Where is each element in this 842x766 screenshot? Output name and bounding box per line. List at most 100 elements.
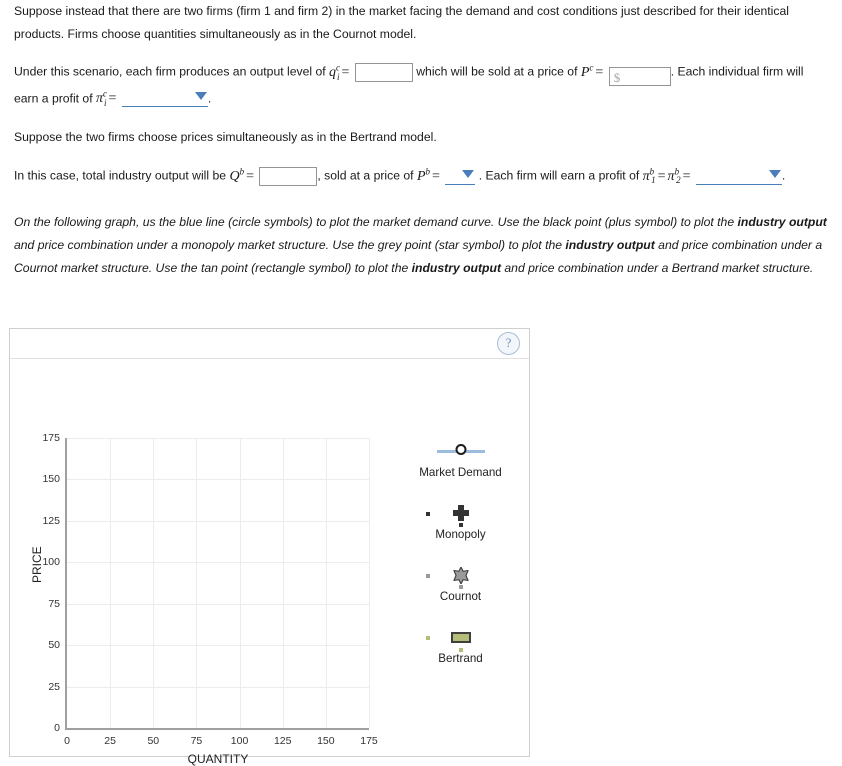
gridline-vertical: [196, 438, 198, 728]
chart-legend: Market Demand Monopoly Cournot Bertrand: [393, 438, 528, 686]
bertrand-profit-equals-2: =: [682, 168, 691, 184]
graph-instructions-part-4: and price combination under a Bertrand m…: [501, 260, 814, 275]
graph-instructions-bold-2: industry output: [565, 238, 655, 252]
handle-square-bottom-icon: [459, 585, 463, 589]
handle-square-bottom-icon: [459, 648, 463, 652]
y-axis-tick-label: 100: [42, 556, 60, 569]
gridline-vertical: [369, 438, 370, 728]
cournot-profit-equals: =: [108, 91, 117, 107]
help-icon[interactable]: ?: [497, 332, 520, 355]
y-axis-tick-label: 25: [48, 680, 60, 693]
bertrand-lead-text: In this case, total industry output will…: [14, 168, 227, 183]
star-icon: [452, 566, 469, 585]
cournot-profit-dropdown[interactable]: [121, 89, 208, 108]
question-body: Suppose instead that there are two firms…: [0, 0, 842, 279]
cournot-lead-text: Under this scenario, each firm produces …: [14, 64, 326, 79]
gridline-horizontal: [67, 479, 369, 481]
plot-area[interactable]: PRICE QUANTITY 0 25 50 75 100 125 150 175 0 25 50 7…: [10, 359, 529, 766]
legend-label-bertrand: Bertrand: [438, 652, 483, 665]
gridline-vertical: [239, 438, 241, 728]
bertrand-price-equals: =: [432, 168, 440, 184]
bertrand-mid-text: , sold at a price of: [317, 168, 414, 183]
legend-label-market-demand: Market Demand: [419, 466, 502, 479]
chevron-down-icon: [462, 169, 475, 178]
chevron-down-icon: [768, 169, 781, 178]
cournot-quantity-equals: =: [341, 64, 350, 80]
gridline-vertical: [153, 438, 155, 728]
legend-item-market-demand[interactable]: Market Demand: [393, 438, 528, 479]
graph-instructions-part-1: On the following graph, us the blue line…: [14, 215, 738, 230]
x-axis-tick-label: 75: [190, 735, 203, 747]
cournot-mid-text: which will be sold at a price of: [416, 64, 578, 79]
cournot-period: .: [207, 91, 212, 106]
gridline-horizontal: [67, 438, 369, 439]
x-axis-title: QUANTITY: [187, 752, 249, 766]
legend-item-monopoly[interactable]: Monopoly: [393, 500, 528, 541]
gridline-horizontal: [67, 520, 369, 522]
cournot-paragraph: Under this scenario, each firm produces …: [14, 59, 828, 112]
gridline-horizontal: [67, 603, 369, 605]
chart-grid: QUANTITY 0 25 50 75 100 125 150 175 0 25 50 75 100 12…: [42, 432, 377, 766]
x-axis-tick-label: 25: [104, 735, 116, 747]
gridline-vertical: [325, 438, 327, 728]
graph-instructions-part-2: and price combination under a monopoly m…: [14, 238, 566, 252]
gridline-vertical: [110, 438, 112, 728]
legend-label-cournot: Cournot: [439, 590, 482, 603]
gridline-horizontal: [67, 645, 369, 647]
x-axis-tick-label: 175: [360, 735, 378, 747]
graph-panel-header: ?: [10, 329, 529, 359]
legend-item-bertrand[interactable]: Bertrand: [393, 624, 528, 665]
graph-instructions-bold-1: industry output: [737, 215, 827, 230]
handle-square-left-icon: [426, 512, 430, 516]
bertrand-profit-symbol-1: πb1: [642, 165, 656, 186]
x-axis-tick-label: 100: [230, 735, 249, 747]
chevron-down-icon: [194, 92, 207, 101]
y-axis-tick-label: 75: [48, 597, 60, 610]
y-axis-tick-label: 50: [48, 639, 60, 652]
bertrand-output-symbol: Qb: [229, 165, 245, 184]
bertrand-profit-dropdown[interactable]: [695, 167, 782, 185]
y-axis-tick-label: 150: [42, 473, 60, 486]
cournot-profit-lead-text: earn a profit of: [14, 91, 93, 106]
intro-text: Suppose instead that there are two firms…: [14, 4, 789, 41]
intro-paragraph: Suppose instead that there are two firms…: [14, 0, 828, 45]
cournot-price-symbol: Pc: [580, 62, 594, 80]
handle-square-left-icon: [426, 636, 430, 640]
monopoly-symbol: [393, 500, 528, 527]
cournot-price-input[interactable]: $: [608, 66, 671, 86]
graph-panel: ? PRICE QUANTITY 0 25 50 75 100 125 150 175 0 25 5…: [9, 328, 530, 766]
circle-icon: [455, 444, 466, 455]
bertrand-output-input[interactable]: [259, 166, 318, 186]
handle-square-bottom-icon: [459, 523, 463, 527]
legend-label-monopoly: Monopoly: [435, 528, 486, 541]
y-axis-tick-label: 175: [42, 432, 60, 444]
bertrand-paragraph: In this case, total industry output will…: [14, 163, 828, 190]
gridline-horizontal: [67, 562, 369, 564]
x-axis-tick-label: 0: [64, 735, 70, 747]
bertrand-period: .: [781, 168, 786, 183]
x-axis-tick-label: 50: [147, 735, 160, 747]
bertrand-output-equals: =: [246, 168, 254, 184]
plus-icon: [452, 505, 469, 521]
rectangle-icon: [450, 632, 471, 643]
legend-item-cournot[interactable]: Cournot: [393, 562, 528, 603]
bertrand-price-symbol: Pb: [416, 165, 431, 184]
graph-instructions-bold-3: industry output: [411, 260, 501, 275]
bertrand-profit-symbol-2: πb2: [667, 165, 681, 186]
x-axis-tick-label: 150: [317, 735, 335, 747]
bertrand-intro-paragraph: Suppose the two firms choose prices simu…: [14, 126, 828, 149]
cournot-quantity-input[interactable]: [354, 62, 413, 82]
gridline-horizontal: [67, 686, 369, 688]
cournot-symbol: [393, 562, 528, 589]
bertrand-after-price-text: . Each firm will earn a profit of: [478, 168, 640, 183]
cournot-after-price-text: . Each individual firm will: [670, 64, 804, 79]
market-demand-symbol: [393, 438, 528, 464]
y-axis-tick-label: 0: [54, 722, 60, 734]
handle-square-left-icon: [426, 574, 430, 578]
bertrand-price-dropdown[interactable]: [445, 167, 476, 185]
bertrand-profit-equals-1: =: [657, 168, 666, 184]
x-axis-tick-label: 125: [273, 735, 292, 747]
cournot-price-placeholder: $: [613, 69, 621, 85]
gridline-vertical: [282, 438, 284, 728]
cournot-price-equals: =: [595, 64, 604, 80]
